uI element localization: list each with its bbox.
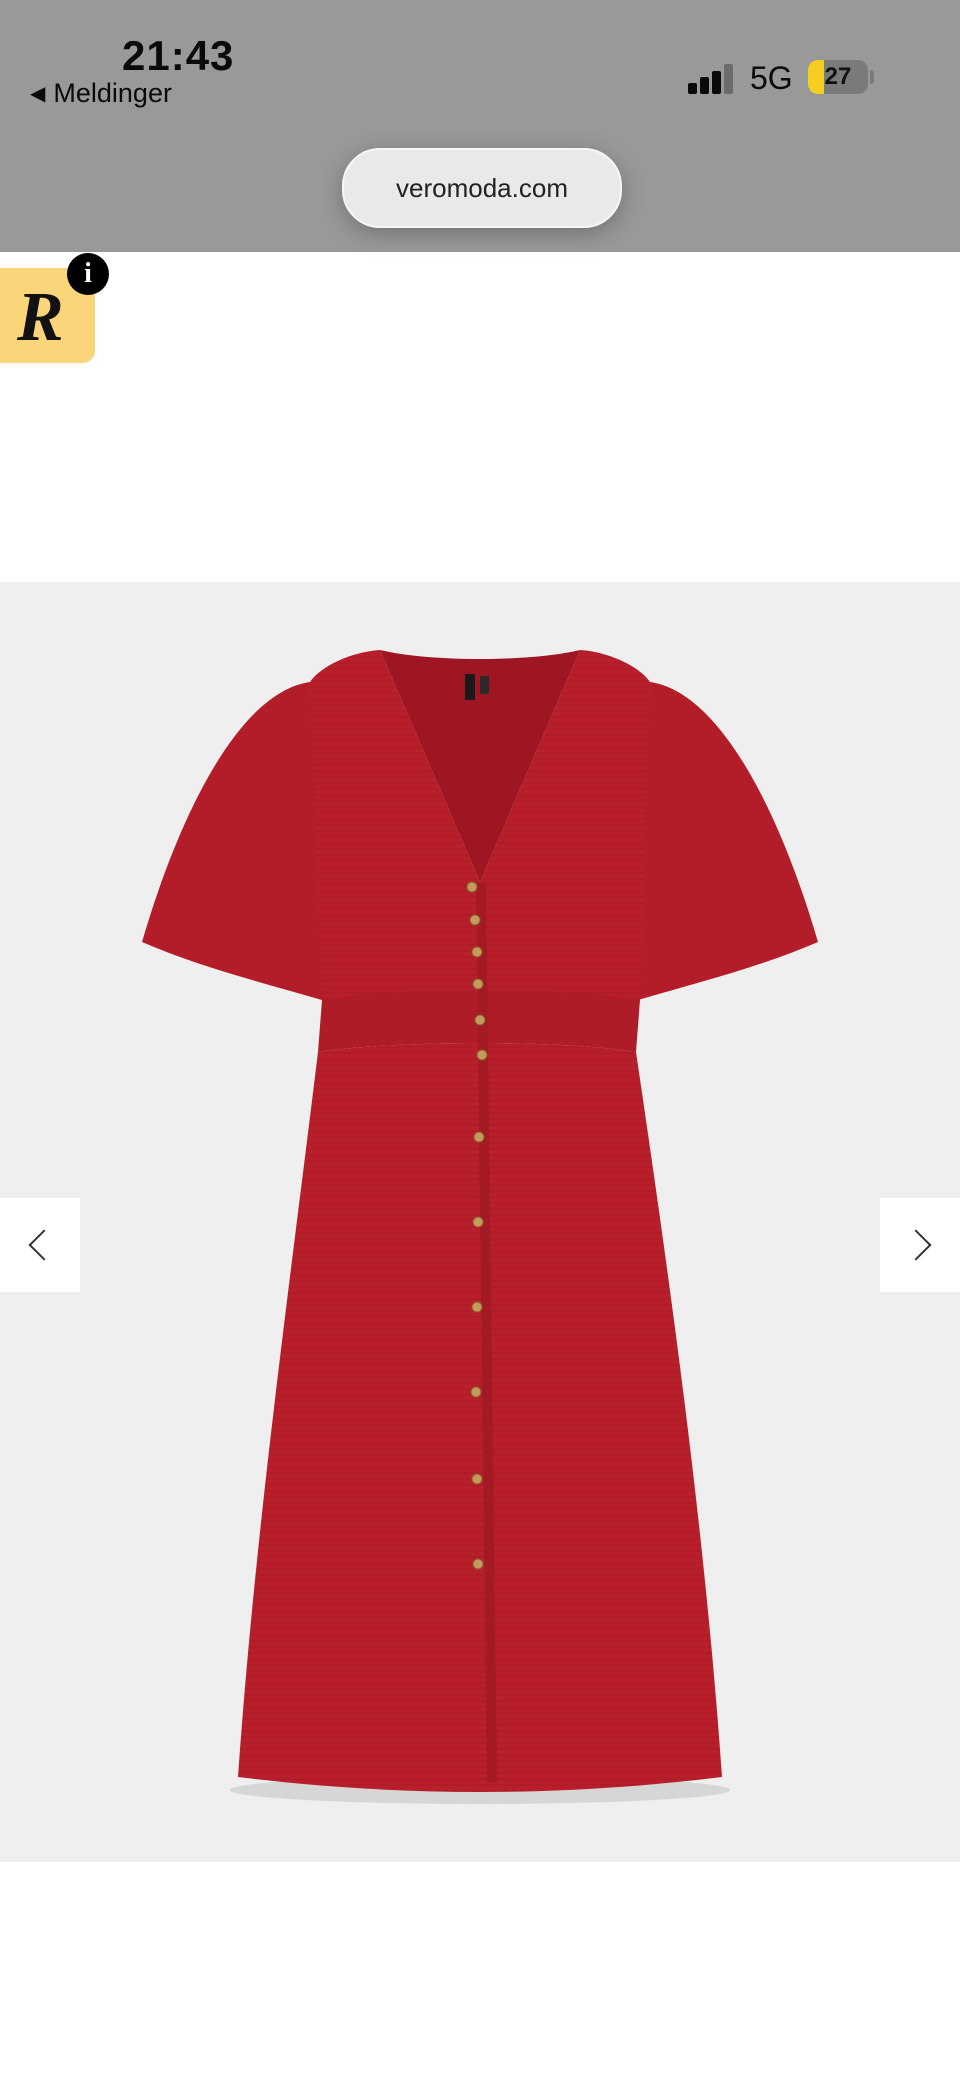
info-icon[interactable]: i xyxy=(67,253,109,295)
back-triangle-icon: ◀ xyxy=(30,83,46,105)
clock: 21:43 xyxy=(122,32,235,79)
battery-tip xyxy=(870,70,874,84)
product-image xyxy=(142,650,818,1804)
status-bar: 21:43 ◀ Meldinger 5G 27 veromoda.com xyxy=(0,0,960,252)
chevron-right-icon xyxy=(900,1229,932,1261)
network-type: 5G xyxy=(750,60,793,96)
url-text: veromoda.com xyxy=(396,172,568,203)
chevron-left-icon xyxy=(28,1229,60,1261)
back-to-messages-link[interactable]: ◀ Meldinger xyxy=(30,78,172,109)
product-gallery[interactable] xyxy=(0,582,960,1862)
next-image-button[interactable] xyxy=(880,1198,960,1292)
battery-icon: 27 xyxy=(808,60,868,94)
cellular-signal-icon xyxy=(688,64,736,94)
battery-percent: 27 xyxy=(824,63,852,90)
previous-image-button[interactable] xyxy=(0,1198,80,1292)
back-label: Meldinger xyxy=(53,78,172,108)
url-bar[interactable]: veromoda.com xyxy=(342,148,622,228)
r-logo: R xyxy=(17,279,64,356)
